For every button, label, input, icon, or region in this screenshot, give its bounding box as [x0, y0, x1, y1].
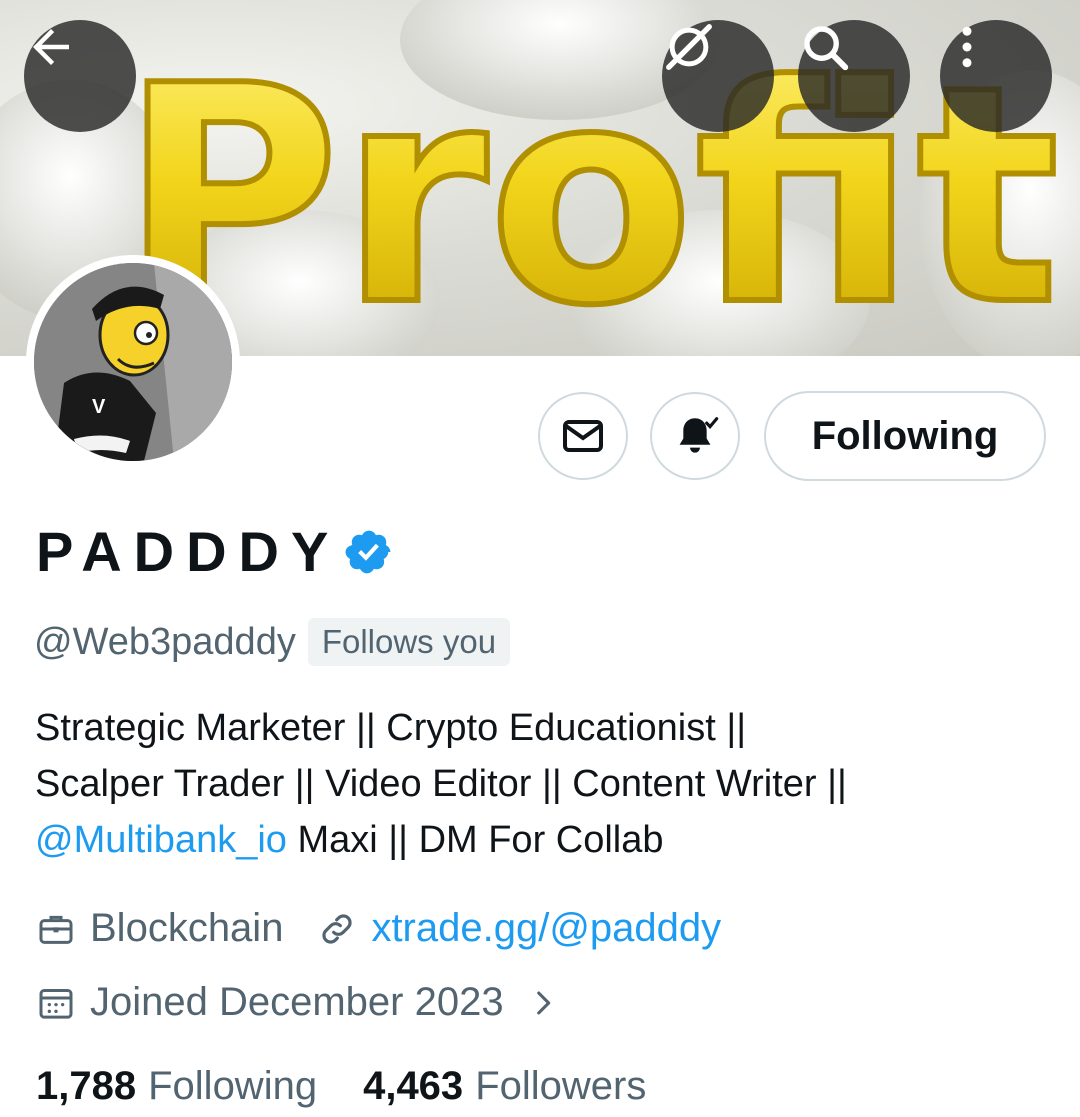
verified-badge-icon[interactable] [344, 527, 394, 577]
user-handle: @Web3padddy [34, 621, 296, 663]
profile-avatar[interactable]: V [26, 255, 240, 469]
back-button[interactable] [24, 20, 136, 132]
notifications-button[interactable] [650, 392, 740, 480]
bio-line: Strategic Marketer || Crypto Educationis… [35, 707, 747, 749]
more-vertical-icon [962, 26, 972, 68]
grok-button[interactable] [662, 20, 774, 132]
display-name: PADDDY [36, 520, 341, 583]
profile-meta-row: Blockchain xtrade.gg/@padddy [36, 906, 721, 951]
follow-stats: 1,788 Following 4,463 Followers [36, 1064, 646, 1109]
profile-category: Blockchain [90, 906, 284, 950]
joined-date: Joined December 2023 [90, 980, 504, 1024]
followers-count: 4,463 [363, 1064, 464, 1108]
arrow-left-icon [33, 29, 69, 65]
banner-art-text: Profit [120, 22, 1060, 356]
name-row: PADDDY [36, 516, 394, 588]
briefcase-icon [39, 915, 73, 944]
chevron-right-icon [536, 991, 550, 1014]
more-options-button[interactable] [940, 20, 1052, 132]
search-button[interactable] [798, 20, 910, 132]
following-label: Following [148, 1064, 318, 1108]
joined-row[interactable]: Joined December 2023 [36, 980, 574, 1025]
profile-bio: Strategic Marketer || Crypto Educationis… [35, 700, 1045, 868]
followers-label: Followers [475, 1064, 647, 1108]
avatar-image: V [34, 263, 232, 461]
following-stat[interactable]: 1,788 Following [36, 1064, 317, 1109]
profile-website-link[interactable]: xtrade.gg/@padddy [371, 906, 721, 951]
calendar-icon [39, 988, 73, 1019]
following-count: 1,788 [36, 1064, 137, 1108]
bio-line-tail: Maxi || DM For Collab [286, 819, 664, 861]
message-button[interactable] [538, 392, 628, 480]
handle-row: @Web3padddy Follows you [34, 614, 511, 670]
bio-line: @Multibank_io Maxi || DM For Collab [35, 812, 1045, 868]
svg-text:V: V [92, 396, 106, 418]
mail-icon [563, 420, 603, 452]
bell-check-icon [679, 417, 719, 453]
grok-icon [666, 24, 712, 70]
bio-line: Scalper Trader || Video Editor || Conten… [35, 763, 847, 805]
search-icon [804, 26, 849, 71]
follows-you-badge: Follows you [307, 618, 511, 666]
following-button[interactable]: Following [764, 391, 1046, 481]
bio-mention-link[interactable]: @Multibank_io [35, 819, 287, 861]
link-icon [322, 913, 352, 944]
cartoon-avatar-art: V [34, 263, 232, 461]
followers-stat[interactable]: 4,463 Followers [363, 1064, 646, 1109]
